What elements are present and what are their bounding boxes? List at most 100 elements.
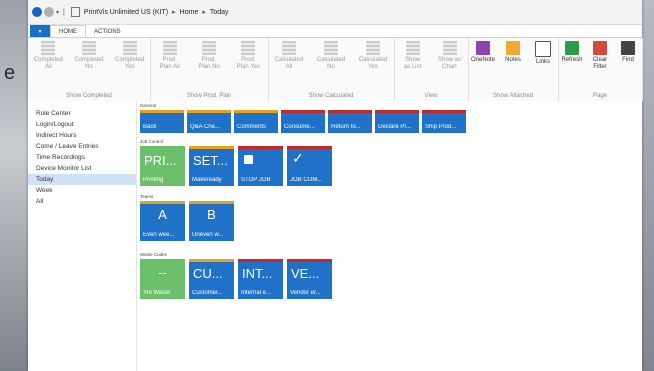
ribbon-button-calculated[interactable]: Calculated Yes	[352, 41, 394, 71]
ribbon-button-find[interactable]: Find	[614, 41, 642, 64]
tile-no-waste[interactable]: -- 'No Waste'	[140, 259, 185, 299]
ribbon: Completed All Completed No Completed Yes Show …	[28, 37, 643, 102]
ribbon-button-label: No	[85, 64, 93, 70]
ribbon-button-label: Completed	[115, 57, 145, 63]
ribbon-button-prod[interactable]: Prod. Plan Yes	[229, 41, 268, 71]
tile-label: STOP JOB	[241, 177, 271, 183]
ribbon-group: Prod. Plan All Prod. Plan No Prod. Plan Yes Sh…	[150, 38, 269, 101]
sidebar-item-device-monitor-list[interactable]: Device Monitor List	[28, 163, 136, 174]
sidebar-item-login-logout[interactable]: Login/Logout	[28, 119, 136, 130]
ribbon-button-show[interactable]: Show as List	[394, 41, 431, 71]
calculated-icon	[366, 41, 380, 55]
ribbon-button-label: Show as	[437, 57, 461, 63]
tile-vendor-er[interactable]: VE... Vendor er...	[287, 259, 332, 299]
ribbon-button-label: Yes	[368, 64, 378, 70]
section-label: Teams	[140, 194, 154, 199]
completed-icon	[122, 41, 137, 55]
section-label: Waste Codes	[140, 252, 167, 257]
tile-printing[interactable]: PRI... Printing	[140, 146, 185, 186]
tile-ship-prod[interactable]: Ship Prod...	[422, 110, 466, 133]
ribbon-button-label: Calculated	[274, 57, 304, 63]
tile-job-com[interactable]: ✓ JOB COM...	[287, 146, 332, 186]
ribbon-button-links[interactable]: Links	[528, 41, 558, 66]
sidebar-item-all[interactable]: All	[28, 196, 136, 207]
sidebar-item-role-center[interactable]: Role Center	[28, 108, 136, 119]
tile-customer[interactable]: CU... Customer...	[189, 259, 234, 299]
tile-comments[interactable]: Comments	[234, 110, 278, 133]
tile-accent-bar	[140, 146, 185, 149]
ribbon-group-label: View	[424, 93, 438, 99]
desktop-background-right	[642, 0, 654, 371]
tile-declare-pr[interactable]: Declare Pr...	[375, 110, 419, 133]
sidebar-item-time-recordings[interactable]: Time Recordings	[28, 152, 136, 163]
ribbon-button-calculated[interactable]: Calculated All	[268, 41, 310, 71]
ribbon-group-label: Page	[592, 93, 607, 99]
ribbon-button-completed[interactable]: Completed No	[69, 41, 110, 71]
ribbon-button-label: Filter	[593, 64, 607, 70]
sidebar-item-today[interactable]: Today	[28, 174, 136, 185]
tile-accent-bar	[375, 110, 419, 113]
ribbon-button-label: OneNote	[470, 57, 495, 63]
ribbon-button-notes[interactable]: Notes	[498, 41, 528, 64]
ribbon-group: Refresh Clear Filter Find Page	[558, 38, 643, 101]
tile-back[interactable]: Back	[140, 110, 184, 133]
ribbon-group: Calculated All Calculated No Calculated Yes Sh…	[268, 38, 395, 101]
ribbon-button-label: as List	[403, 64, 422, 70]
desktop-background-left: e	[0, 0, 28, 371]
tile-uneven-w[interactable]: B Uneven w...	[189, 201, 234, 241]
ribbon-button-clear[interactable]: Clear Filter	[586, 41, 614, 71]
background-text: e	[4, 62, 16, 84]
ribbon-group: OneNote Notes Links Show Attached	[468, 38, 559, 101]
tile-label: Return to...	[331, 124, 361, 130]
tile-accent-bar	[238, 259, 283, 262]
tile-internal-e[interactable]: INT... Internal e...	[238, 259, 283, 299]
tile-stop-job[interactable]: STOP JOB	[238, 146, 283, 186]
tile-accent-bar	[281, 110, 325, 113]
ribbon-button-onenote[interactable]: OneNote	[468, 41, 498, 64]
completed-icon	[81, 41, 96, 55]
tile-label: Comments	[237, 124, 267, 130]
ribbon-button-show-as[interactable]: Show as Chart	[431, 41, 468, 71]
tile-label: JOB COM...	[290, 177, 323, 183]
stop-icon	[244, 155, 253, 164]
ribbon-button-prod[interactable]: Prod. Plan All	[150, 41, 189, 71]
breadcrumb-today[interactable]: Today	[210, 9, 229, 16]
tile-accent-bar	[189, 259, 234, 262]
check-icon: ✓	[292, 150, 304, 166]
tile-big-text: CU...	[193, 266, 223, 281]
tile-makeready[interactable]: SET... Makeready	[189, 146, 234, 186]
title-bar: ▾ | PrintVis Unlimited US (KIT) ▸ Home ▸…	[28, 0, 642, 25]
calculated-icon	[324, 41, 338, 55]
ribbon-button-calculated[interactable]: Calculated No	[310, 41, 352, 71]
ribbon-button-prod[interactable]: Prod. Plan No	[189, 41, 228, 71]
ribbon-button-label: Clear	[592, 57, 608, 63]
ribbon-button-refresh[interactable]: Refresh	[558, 41, 586, 64]
tile-q-a-che[interactable]: Q&A Che...	[187, 110, 231, 133]
show-icon	[405, 41, 420, 55]
sidebar-item-indirect-hours[interactable]: Indirect Hours	[28, 130, 136, 141]
ribbon-button-label: Refresh	[561, 57, 583, 63]
ribbon-group-label: Show Calculated	[308, 93, 354, 99]
tile-big-text: PRI...	[144, 153, 177, 168]
sidebar-item-come-leave-entries[interactable]: Come / Leave Entries	[28, 141, 136, 152]
sidebar-item-week[interactable]: Week	[28, 185, 136, 196]
links-icon	[535, 41, 551, 57]
tile-big-text: B	[207, 207, 216, 222]
sidebar-top-spacer	[28, 101, 136, 108]
ribbon-group: Show as List Show as Chart View	[394, 38, 469, 101]
tile-return-to[interactable]: Return to...	[328, 110, 372, 133]
page-icon	[70, 7, 80, 17]
ribbon-button-label: Prod.	[201, 57, 217, 63]
ribbon-button-completed[interactable]: Completed All	[28, 41, 69, 71]
section-label: Job Control	[140, 139, 164, 144]
breadcrumb-company[interactable]: PrintVis Unlimited US (KIT)	[84, 9, 168, 16]
sidebar: Role Center Login/Logout Indirect Hours Com…	[28, 101, 137, 371]
tiles-area: General Back Q&A Che... Comments Consume... R…	[137, 101, 642, 371]
tile-even-wee[interactable]: A Even wee...	[140, 201, 185, 241]
breadcrumb-home[interactable]: Home	[180, 9, 199, 16]
tile-consume[interactable]: Consume...	[281, 110, 325, 133]
forward-icon[interactable]	[44, 7, 54, 17]
ribbon-button-completed[interactable]: Completed Yes	[109, 41, 150, 71]
back-icon[interactable]	[32, 7, 42, 17]
history-dropdown-icon[interactable]: ▾	[56, 9, 59, 16]
